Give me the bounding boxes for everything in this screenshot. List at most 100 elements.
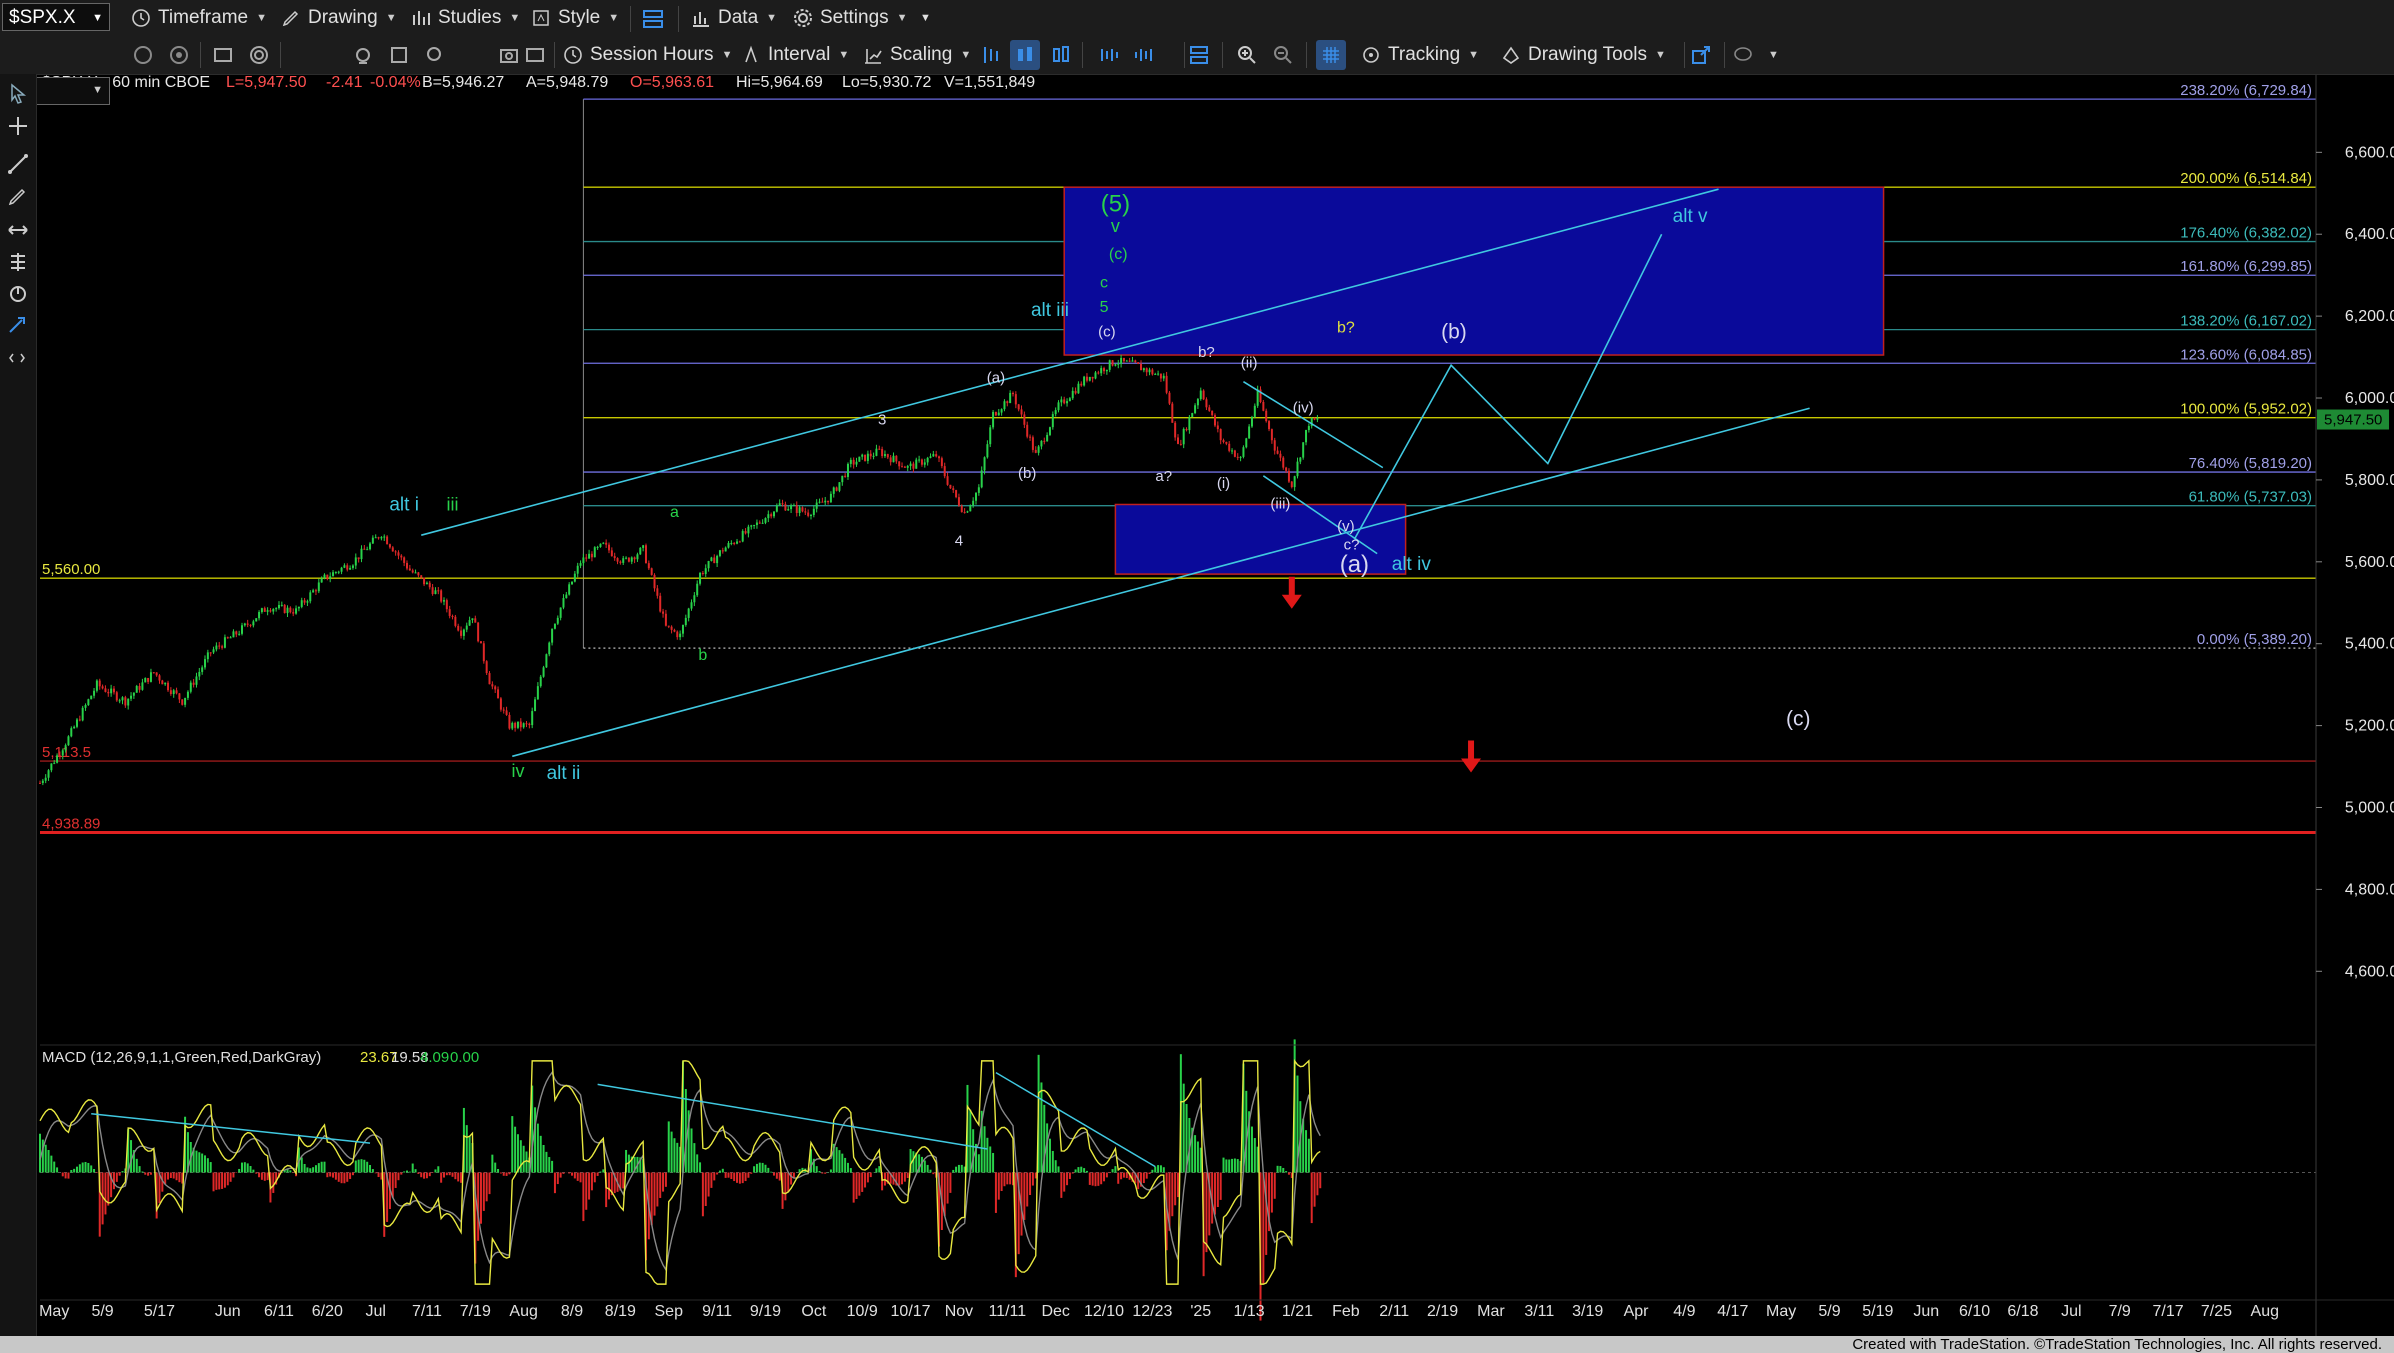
price-tick-label: 5,800.00 [2345,472,2394,489]
more-dropdown[interactable]: ▼ [920,0,931,36]
candle-body [192,682,195,685]
header-change-pct: -0.04% [370,74,421,91]
fibonacci-icon[interactable] [6,250,30,274]
trendline-icon[interactable] [6,152,30,176]
macd-histogram-bar [1051,1150,1054,1173]
scroll-left-icon[interactable] [1094,40,1124,70]
symbol-dropdown-icon[interactable]: ▼ [92,4,103,32]
save-icon[interactable] [384,40,414,70]
session-hours-menu[interactable]: Session Hours ▼ [562,36,732,74]
scaling-menu[interactable]: Scaling ▼ [862,36,971,74]
horizontal-line-icon[interactable] [6,218,30,242]
candle-body [1290,481,1293,488]
time-tick-label: Apr [1624,1303,1650,1320]
candle-body [1157,373,1160,375]
candle-body [440,590,443,602]
candle-body [516,721,519,728]
candlestick-icon[interactable] [1010,40,1040,70]
candle-body [181,699,184,705]
settings-menu[interactable]: Settings ▼ [792,0,908,36]
candle-body [764,518,767,523]
timeframe-menu[interactable]: Timeframe ▼ [130,0,267,36]
time-tick-label: '25 [1190,1303,1211,1320]
time-tick-label: 4/17 [1717,1303,1748,1320]
data-menu[interactable]: Data ▼ [690,0,777,36]
macd-histogram-bar [326,1172,329,1178]
macd-histogram-bar [201,1153,204,1173]
candle-body [189,682,192,692]
studies-menu[interactable]: Studies ▼ [410,0,520,36]
lock-icon[interactable] [348,40,378,70]
hollow-candle-icon[interactable] [1046,40,1076,70]
tracking-menu[interactable]: Tracking ▼ [1360,36,1479,74]
candle-body [1003,401,1006,410]
crosshair-icon[interactable] [6,114,30,138]
macd-histogram-bar [815,1166,818,1173]
candle-body [260,608,263,613]
candle-body [471,618,474,621]
time-tick-label: 1/21 [1282,1303,1313,1320]
style-menu[interactable]: Style ▼ [530,0,619,36]
symbol-box[interactable]: $SPX.X ▼ [2,3,110,31]
collapse-icon[interactable] [6,346,30,370]
macd-histogram-bar [704,1172,707,1206]
macd-histogram-bar [1111,1169,1114,1173]
candle-body [47,770,50,778]
insert-icon[interactable] [1184,40,1214,70]
print-icon[interactable] [520,40,550,70]
macd-histogram-bar [775,1172,778,1179]
candle-body [736,541,739,544]
drawing-tools-menu[interactable]: Drawing Tools ▼ [1500,36,1666,74]
candle-body [525,723,528,725]
pencil-icon[interactable] [6,184,30,208]
grid-icon[interactable] [1316,40,1346,70]
candle-body [1245,438,1248,448]
candle-body [206,652,209,660]
data-label: Data [718,7,759,28]
cursor-icon[interactable] [6,82,30,106]
macd-histogram-bar [548,1157,551,1173]
zoom-out-icon[interactable] [1268,40,1298,70]
macd-histogram-bar [90,1165,93,1173]
layout-icon[interactable] [208,40,238,70]
candle-body [414,572,417,574]
interval-menu[interactable]: Interval ▼ [740,36,849,74]
chat-menu[interactable]: ▼ [1732,36,1779,74]
wave-label: (a) [1340,551,1369,578]
stream-icon[interactable] [244,40,274,70]
cycle-icon[interactable] [6,282,30,306]
macd-histogram-bar [701,1172,704,1217]
candle-body [878,448,881,450]
link-icon[interactable] [638,4,668,34]
macd-histogram-bar [306,1167,309,1173]
macd-histogram-bar [864,1172,867,1188]
macd-histogram-bar [736,1172,739,1183]
text-icon[interactable] [6,314,30,338]
drawing-menu[interactable]: Drawing ▼ [280,0,397,36]
macd-histogram-bar [343,1172,346,1184]
macd-histogram-bar [1100,1172,1103,1185]
scroll-right-icon[interactable] [1128,40,1158,70]
bar-chart-icon[interactable] [976,40,1006,70]
macd-histogram-bar [559,1172,562,1178]
refresh-all-icon[interactable] [164,40,194,70]
macd-histogram-bar [696,1154,699,1173]
zoom-in-icon[interactable] [1232,40,1262,70]
search-icon[interactable] [420,40,450,70]
macd-histogram-bar [972,1129,975,1173]
candle-body [388,544,391,548]
candle-body [263,608,266,612]
chevron-down-icon: ▼ [509,12,521,24]
macd-histogram-bar [320,1161,323,1173]
header-high: Hi=5,964.69 [736,74,823,91]
export-icon[interactable] [1686,40,1716,70]
macd-histogram-bar [773,1172,776,1176]
candle-body [915,459,918,469]
chart-canvas[interactable]: 238.20% (6,729.84) 200.00% (6,514.84) 176.… [0,0,2394,1336]
candle-body [992,412,995,428]
time-tick-label: 9/11 [702,1303,732,1320]
macd-histogram-bar [1122,1172,1125,1178]
macd-histogram-bar [747,1172,750,1178]
refresh-icon[interactable] [128,40,158,70]
candle-body [667,625,670,627]
